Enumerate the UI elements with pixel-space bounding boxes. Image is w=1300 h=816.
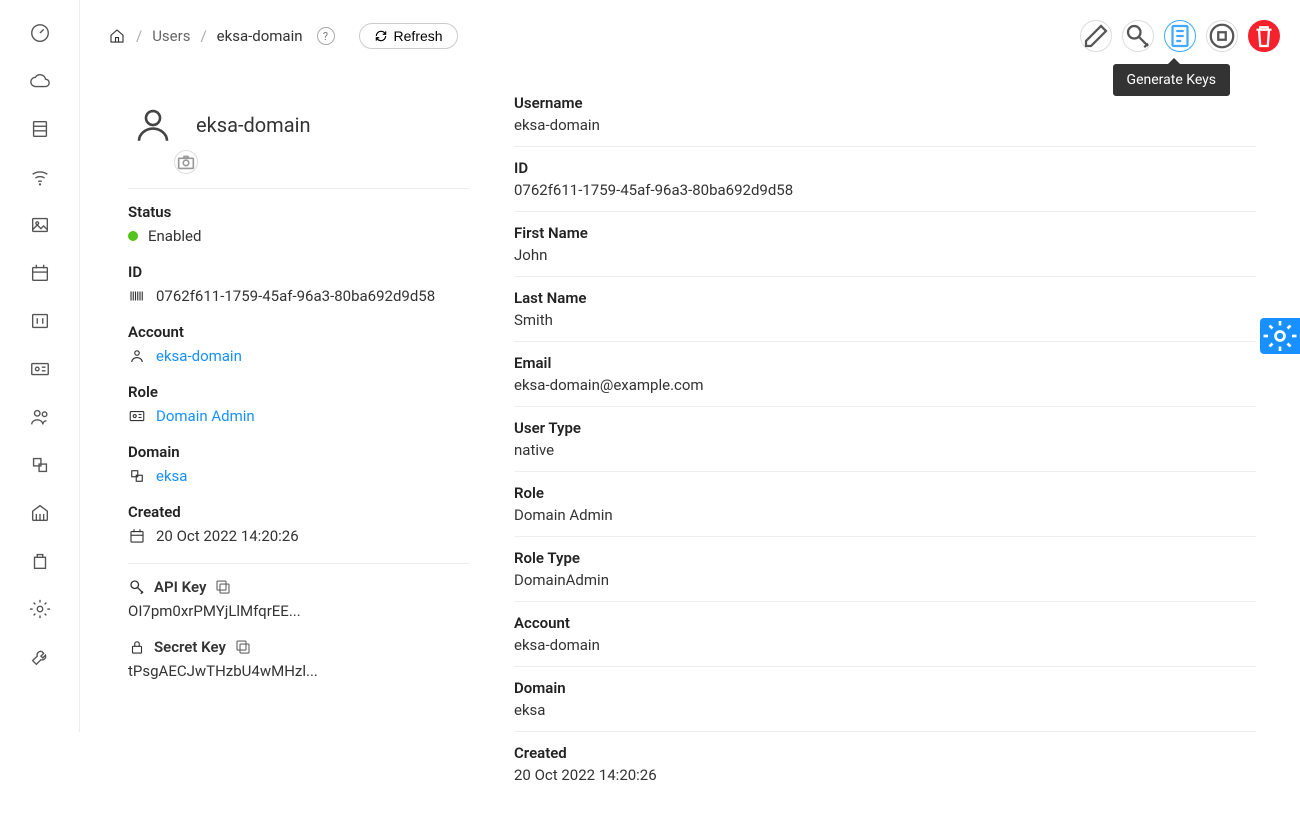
role-link[interactable]: Domain Admin (156, 407, 255, 425)
role-icon[interactable] (29, 358, 51, 380)
status-label: Status (128, 203, 470, 221)
lock-icon (128, 638, 146, 656)
created-value: 20 Oct 2022 14:20:26 (156, 527, 299, 545)
wifi-icon[interactable] (29, 166, 51, 188)
home-icon[interactable] (108, 27, 126, 45)
settings-icon[interactable] (29, 598, 51, 620)
account-link[interactable]: eksa-domain (156, 347, 242, 365)
row-firstname: First NameJohn (514, 212, 1256, 277)
topbar: / Users / eksa-domain ? Refresh Generate… (108, 20, 1280, 52)
tooltip-generate-keys: Generate Keys (1113, 64, 1230, 96)
refresh-label: Refresh (394, 28, 443, 44)
breadcrumb: / Users / eksa-domain ? Refresh (108, 23, 458, 49)
apikey-label: API Key (154, 578, 206, 596)
change-password-button[interactable] (1122, 20, 1154, 52)
dashboard-icon[interactable] (29, 22, 51, 44)
field-status: Status Enabled (128, 203, 470, 245)
row-created: Created20 Oct 2022 14:20:26 (514, 732, 1256, 796)
infrastructure-icon[interactable] (29, 502, 51, 524)
edit-button[interactable] (1080, 20, 1112, 52)
row-id: ID0762f611-1759-45af-96a3-80ba692d9d58 (514, 147, 1256, 212)
secret-value: tPsgAECJwTHzbU4wMHzl... (128, 662, 318, 680)
profile-header: eksa-domain (128, 104, 470, 146)
secret-label: Secret Key (154, 638, 226, 656)
field-created: Created 20 Oct 2022 14:20:26 (128, 503, 470, 545)
camera-icon[interactable] (174, 150, 198, 174)
row-domain: Domaineksa (514, 667, 1256, 732)
refresh-button[interactable]: Refresh (359, 23, 458, 49)
user-icon (128, 347, 146, 365)
field-domain: Domain eksa (128, 443, 470, 485)
breadcrumb-sep: / (200, 27, 206, 45)
refresh-icon (374, 29, 388, 43)
action-bar: Generate Keys (1080, 20, 1280, 52)
nav-sidebar (0, 0, 80, 732)
account-label: Account (128, 323, 470, 341)
field-apikey: API Key OI7pm0xrPMYjLlMfqrEE... (128, 578, 470, 620)
main-content: / Users / eksa-domain ? Refresh Generate… (80, 0, 1300, 732)
idcard-icon (128, 407, 146, 425)
floating-settings-button[interactable] (1260, 318, 1300, 354)
calendar-small-icon (128, 527, 146, 545)
status-dot-icon (128, 231, 138, 241)
row-role: RoleDomain Admin (514, 472, 1256, 537)
barcode-icon (128, 287, 146, 305)
row-usertype: User Typenative (514, 407, 1256, 472)
breadcrumb-current: eksa-domain (217, 27, 303, 45)
field-account: Account eksa-domain (128, 323, 470, 365)
project-icon[interactable] (29, 310, 51, 332)
field-secretkey: Secret Key tPsgAECJwTHzbU4wMHzl... (128, 638, 470, 680)
copy-icon[interactable] (234, 638, 252, 656)
domain-small-icon (128, 467, 146, 485)
field-id: ID 0762f611-1759-45af-96a3-80ba692d9d58 (128, 263, 470, 305)
summary-panel: eksa-domain Status Enabled ID 0762f611-1… (108, 74, 490, 816)
domain-link[interactable]: eksa (156, 467, 187, 485)
copy-icon[interactable] (214, 578, 232, 596)
user-avatar-icon (132, 104, 174, 146)
breadcrumb-sep: / (136, 27, 142, 45)
id-value: 0762f611-1759-45af-96a3-80ba692d9d58 (156, 287, 435, 305)
cloud-icon[interactable] (29, 70, 51, 92)
breadcrumb-users[interactable]: Users (152, 27, 190, 45)
tools-icon[interactable] (29, 646, 51, 668)
apikey-value: OI7pm0xrPMYjLlMfqrEE... (128, 602, 301, 620)
disable-button[interactable] (1206, 20, 1238, 52)
field-role: Role Domain Admin (128, 383, 470, 425)
content-row: eksa-domain Status Enabled ID 0762f611-1… (108, 74, 1280, 816)
key-icon (128, 578, 146, 596)
details-panel: Usernameeksa-domain ID0762f611-1759-45af… (490, 74, 1280, 816)
help-icon[interactable]: ? (317, 27, 335, 45)
delete-button[interactable] (1248, 20, 1280, 52)
accounts-icon[interactable] (29, 406, 51, 428)
row-roletype: Role TypeDomainAdmin (514, 537, 1256, 602)
row-lastname: Last NameSmith (514, 277, 1256, 342)
row-email: Emaileksa-domain@example.com (514, 342, 1256, 407)
image-icon[interactable] (29, 214, 51, 236)
row-account: Accounteksa-domain (514, 602, 1256, 667)
profile-name: eksa-domain (196, 113, 310, 137)
domain-label: Domain (128, 443, 470, 461)
id-label: ID (128, 263, 470, 281)
role-label: Role (128, 383, 470, 401)
status-value: Enabled (148, 227, 201, 245)
calendar-icon[interactable] (29, 262, 51, 284)
domain-icon[interactable] (29, 454, 51, 476)
storage-icon[interactable] (29, 118, 51, 140)
created-label: Created (128, 503, 470, 521)
offerings-icon[interactable] (29, 550, 51, 572)
generate-keys-button[interactable] (1164, 20, 1196, 52)
row-username: Usernameeksa-domain (514, 94, 1256, 147)
